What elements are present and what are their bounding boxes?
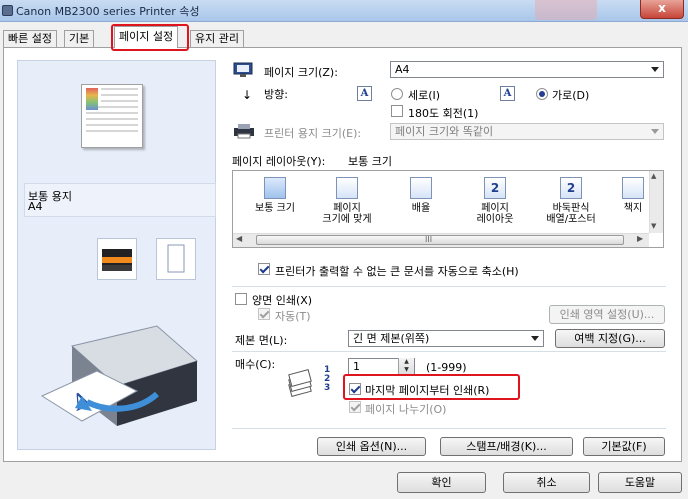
duplex-checkbox[interactable] <box>235 293 247 305</box>
printer-paper-size-dropdown[interactable]: 페이지 크기와 똑같이 <box>390 123 664 140</box>
chevron-down-icon <box>651 67 659 72</box>
duplex-auto-checkbox[interactable] <box>258 308 270 320</box>
layout-page-layout[interactable]: 2 페이지 레이아웃 <box>463 177 527 225</box>
layout-fit-to-page-label-2: 크기에 맞게 <box>322 214 372 225</box>
duplex-auto-label: 자동(T) <box>275 310 311 323</box>
portrait-letter-icon: A <box>357 86 372 101</box>
normal-size-icon <box>264 177 286 199</box>
monitor-page-icon <box>233 62 253 78</box>
spin-up-icon[interactable]: ▲ <box>399 358 414 366</box>
spin-down-icon[interactable]: ▼ <box>399 366 414 374</box>
print-from-last-checkbox[interactable] <box>349 383 361 395</box>
tab-quick-setup[interactable]: 빠른 설정 <box>3 30 57 47</box>
stapling-side-label: 제본 면(L): <box>235 334 288 347</box>
printer-app-icon <box>2 5 13 16</box>
separator <box>232 351 666 352</box>
color-image-thumbnail <box>86 88 98 110</box>
layout-scaled-label: 배율 <box>411 203 431 214</box>
help-button[interactable]: 도움말 <box>598 472 682 493</box>
tiling-poster-icon: 2 <box>560 177 582 199</box>
layout-tiling-poster-label-1: 바둑판식 <box>552 203 590 214</box>
booklet-icon <box>622 177 644 199</box>
print-options-button[interactable]: 인쇄 옵션(N)... <box>317 437 426 456</box>
landscape-label: 가로(D) <box>552 89 590 102</box>
cancel-button[interactable]: 취소 <box>503 472 590 493</box>
layout-normal-size[interactable]: 보통 크기 <box>243 177 307 214</box>
chevron-down-icon <box>531 336 539 341</box>
page-order-number-3: 3 <box>324 383 331 393</box>
landscape-radio[interactable] <box>536 88 548 100</box>
close-button[interactable]: x <box>640 0 684 19</box>
page-size-dropdown[interactable]: A4 <box>390 61 664 78</box>
defaults-button[interactable]: 기본값(F) <box>583 437 665 456</box>
landscape-letter-icon: A <box>500 86 515 101</box>
stapling-side-dropdown[interactable]: 긴 면 제본(위쪽) <box>348 330 544 347</box>
copies-range: (1-999) <box>426 361 467 374</box>
page-layout-icon: 2 <box>484 177 506 199</box>
page-order-numbers-icon: 1 2 3 <box>324 366 330 393</box>
copies-label: 매수(C): <box>235 358 276 371</box>
horizontal-scroll-thumb[interactable] <box>256 235 624 245</box>
tab-page-setup[interactable]: 페이지 설정 <box>114 26 179 48</box>
page-size-label: 페이지 크기(Z): <box>264 66 338 79</box>
printer-paper-size-label: 프린터 용지 크기(E): <box>264 127 362 140</box>
auto-reduce-checkbox[interactable] <box>258 263 270 275</box>
layout-scaled[interactable]: 배율 <box>389 177 453 214</box>
printer-preview-icon <box>97 238 137 280</box>
scroll-left-icon[interactable]: ◀ <box>236 234 242 243</box>
layout-fit-to-page-label-1: 페이지 <box>333 203 361 214</box>
margin-setup-button[interactable]: 여백 지정(G)... <box>555 329 665 348</box>
auto-reduce-label: 프린터가 출력할 수 없는 큰 문서를 자동으로 축소(H) <box>275 265 519 278</box>
collate-label: 페이지 나누기(O) <box>365 403 447 416</box>
down-arrow-icon: ↓ <box>242 88 253 102</box>
tab-main[interactable]: 기본 <box>64 30 95 47</box>
printer-illustration-icon: A <box>37 316 209 434</box>
paper-source-icon <box>156 238 196 280</box>
paper-stack-icon <box>286 368 320 400</box>
scroll-grip-icon: III <box>425 235 433 244</box>
layout-page-layout-label-1: 페이지 <box>481 203 509 214</box>
layout-fit-to-page[interactable]: 페이지 크기에 맞게 <box>315 177 379 225</box>
page-size-value: A4 <box>395 63 410 76</box>
rotate-180-label: 180도 회전(1) <box>408 107 479 120</box>
layout-tiling-poster[interactable]: 2 바둑판식 배열/포스터 <box>539 177 603 225</box>
ok-button[interactable]: 확인 <box>397 472 486 493</box>
orientation-label: 방향: <box>264 88 288 101</box>
separator <box>232 286 666 287</box>
window-glass-highlight <box>535 0 597 20</box>
print-area-setup-button[interactable]: 인쇄 영역 설정(U)... <box>549 305 665 324</box>
print-from-last-label: 마지막 페이지부터 인쇄(R) <box>365 384 490 397</box>
layout-tiling-poster-label-2: 배열/포스터 <box>546 214 596 225</box>
scroll-right-icon[interactable]: ▶ <box>637 234 643 243</box>
layout-booklet-label: 책지 <box>623 203 643 214</box>
scroll-down-icon[interactable]: ▼ <box>651 222 656 230</box>
scroll-up-icon[interactable]: ▲ <box>651 172 656 180</box>
portrait-radio[interactable] <box>391 88 403 100</box>
page-layout-value: 보통 크기 <box>348 155 392 168</box>
printer-paper-size-value: 페이지 크기와 똑같이 <box>395 125 494 138</box>
separator <box>232 428 666 429</box>
copies-value: 1 <box>353 360 360 373</box>
media-size-text: A4 <box>28 200 43 213</box>
scaled-icon <box>410 177 432 199</box>
stapling-side-value: 긴 면 제본(위쪽) <box>353 332 430 345</box>
layout-normal-size-label: 보통 크기 <box>255 203 295 214</box>
fit-to-page-icon <box>336 177 358 199</box>
stamp-background-button[interactable]: 스탬프/배경(K)... <box>440 437 573 456</box>
page-layout-label: 페이지 레이아웃(Y): <box>232 155 326 168</box>
printer-icon <box>233 123 255 139</box>
collate-checkbox[interactable] <box>349 401 361 413</box>
rotate-180-checkbox[interactable] <box>391 105 403 117</box>
duplex-label: 양면 인쇄(X) <box>252 294 313 307</box>
portrait-label: 세로(I) <box>408 89 441 102</box>
tab-maintenance[interactable]: 유지 관리 <box>190 30 244 47</box>
window-title: Canon MB2300 series Printer 속성 <box>16 5 200 18</box>
layout-page-layout-label-2: 레이아웃 <box>476 214 514 225</box>
layout-booklet[interactable]: 책지 <box>613 177 653 214</box>
chevron-down-icon <box>651 129 659 134</box>
copies-spinner[interactable]: ▲ ▼ <box>398 358 414 375</box>
